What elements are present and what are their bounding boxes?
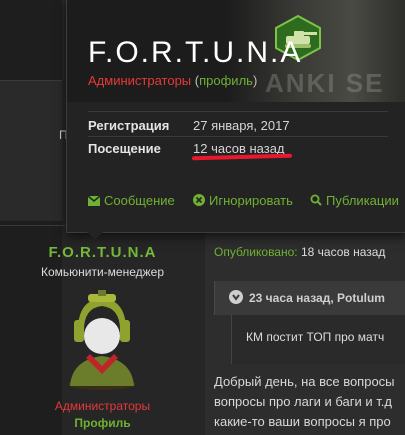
- post-line: вопросы про лаги и баги и т.д: [214, 394, 392, 409]
- info-label: Регистрация: [88, 118, 170, 133]
- paren-close: ): [252, 73, 258, 88]
- ignore-button[interactable]: Игнорировать: [193, 193, 293, 208]
- hovercard-username[interactable]: F.O.R.T.U.N.A: [88, 36, 302, 70]
- banner-text: ANKI SE: [265, 68, 385, 98]
- hovercard-group: Администраторы: [88, 73, 192, 88]
- user-hovercard: ANKI SE F.O.R.T.U.N.A Администраторы (пр…: [66, 0, 405, 233]
- message-button[interactable]: Сообщение: [88, 193, 175, 208]
- profile-username[interactable]: F.O.R.T.U.N.A: [0, 244, 205, 261]
- chevron-down-icon[interactable]: [229, 290, 243, 304]
- hovercard-header: ANKI SE F.O.R.T.U.N.A Администраторы (пр…: [67, 0, 405, 102]
- avatar[interactable]: [64, 290, 140, 390]
- post-line: Добрый день, на все вопросы: [214, 374, 395, 389]
- info-label: Посещение: [88, 141, 161, 156]
- quote-body: КМ постит ТОП про матч: [246, 330, 385, 344]
- quote-header-text: 23 часа назад, Potulum: [249, 291, 385, 305]
- divider: [88, 136, 388, 137]
- envelope-icon: [88, 196, 100, 206]
- profile-link[interactable]: Профиль: [0, 416, 205, 430]
- info-value: 27 января, 2017: [193, 118, 290, 133]
- hovercard-group-line: Администраторы (профиль): [88, 73, 257, 88]
- divider: [88, 111, 388, 112]
- publications-label: Публикации: [326, 193, 399, 208]
- message-label: Сообщение: [104, 193, 175, 208]
- quote-header[interactable]: 23 часа назад, Potulum: [249, 291, 385, 305]
- published-info: Опубликовано: 18 часов назад: [214, 245, 385, 259]
- publications-button[interactable]: Публикации: [310, 193, 399, 208]
- post-line: какие-то ваши вопросы я про: [214, 414, 391, 429]
- hovercard-arrow: [86, 231, 104, 240]
- ignore-label: Игнорировать: [209, 193, 293, 208]
- left-block: [0, 80, 62, 221]
- profile-group: Администраторы: [54, 399, 151, 413]
- published-value: 18 часов назад: [300, 245, 386, 259]
- published-label: Опубликовано:: [214, 245, 298, 259]
- profile-role: Комьюнити-менеджер: [40, 265, 165, 279]
- hovercard-profile-link[interactable]: профиль: [199, 73, 253, 88]
- block-icon: [193, 194, 205, 206]
- search-icon: [310, 194, 322, 206]
